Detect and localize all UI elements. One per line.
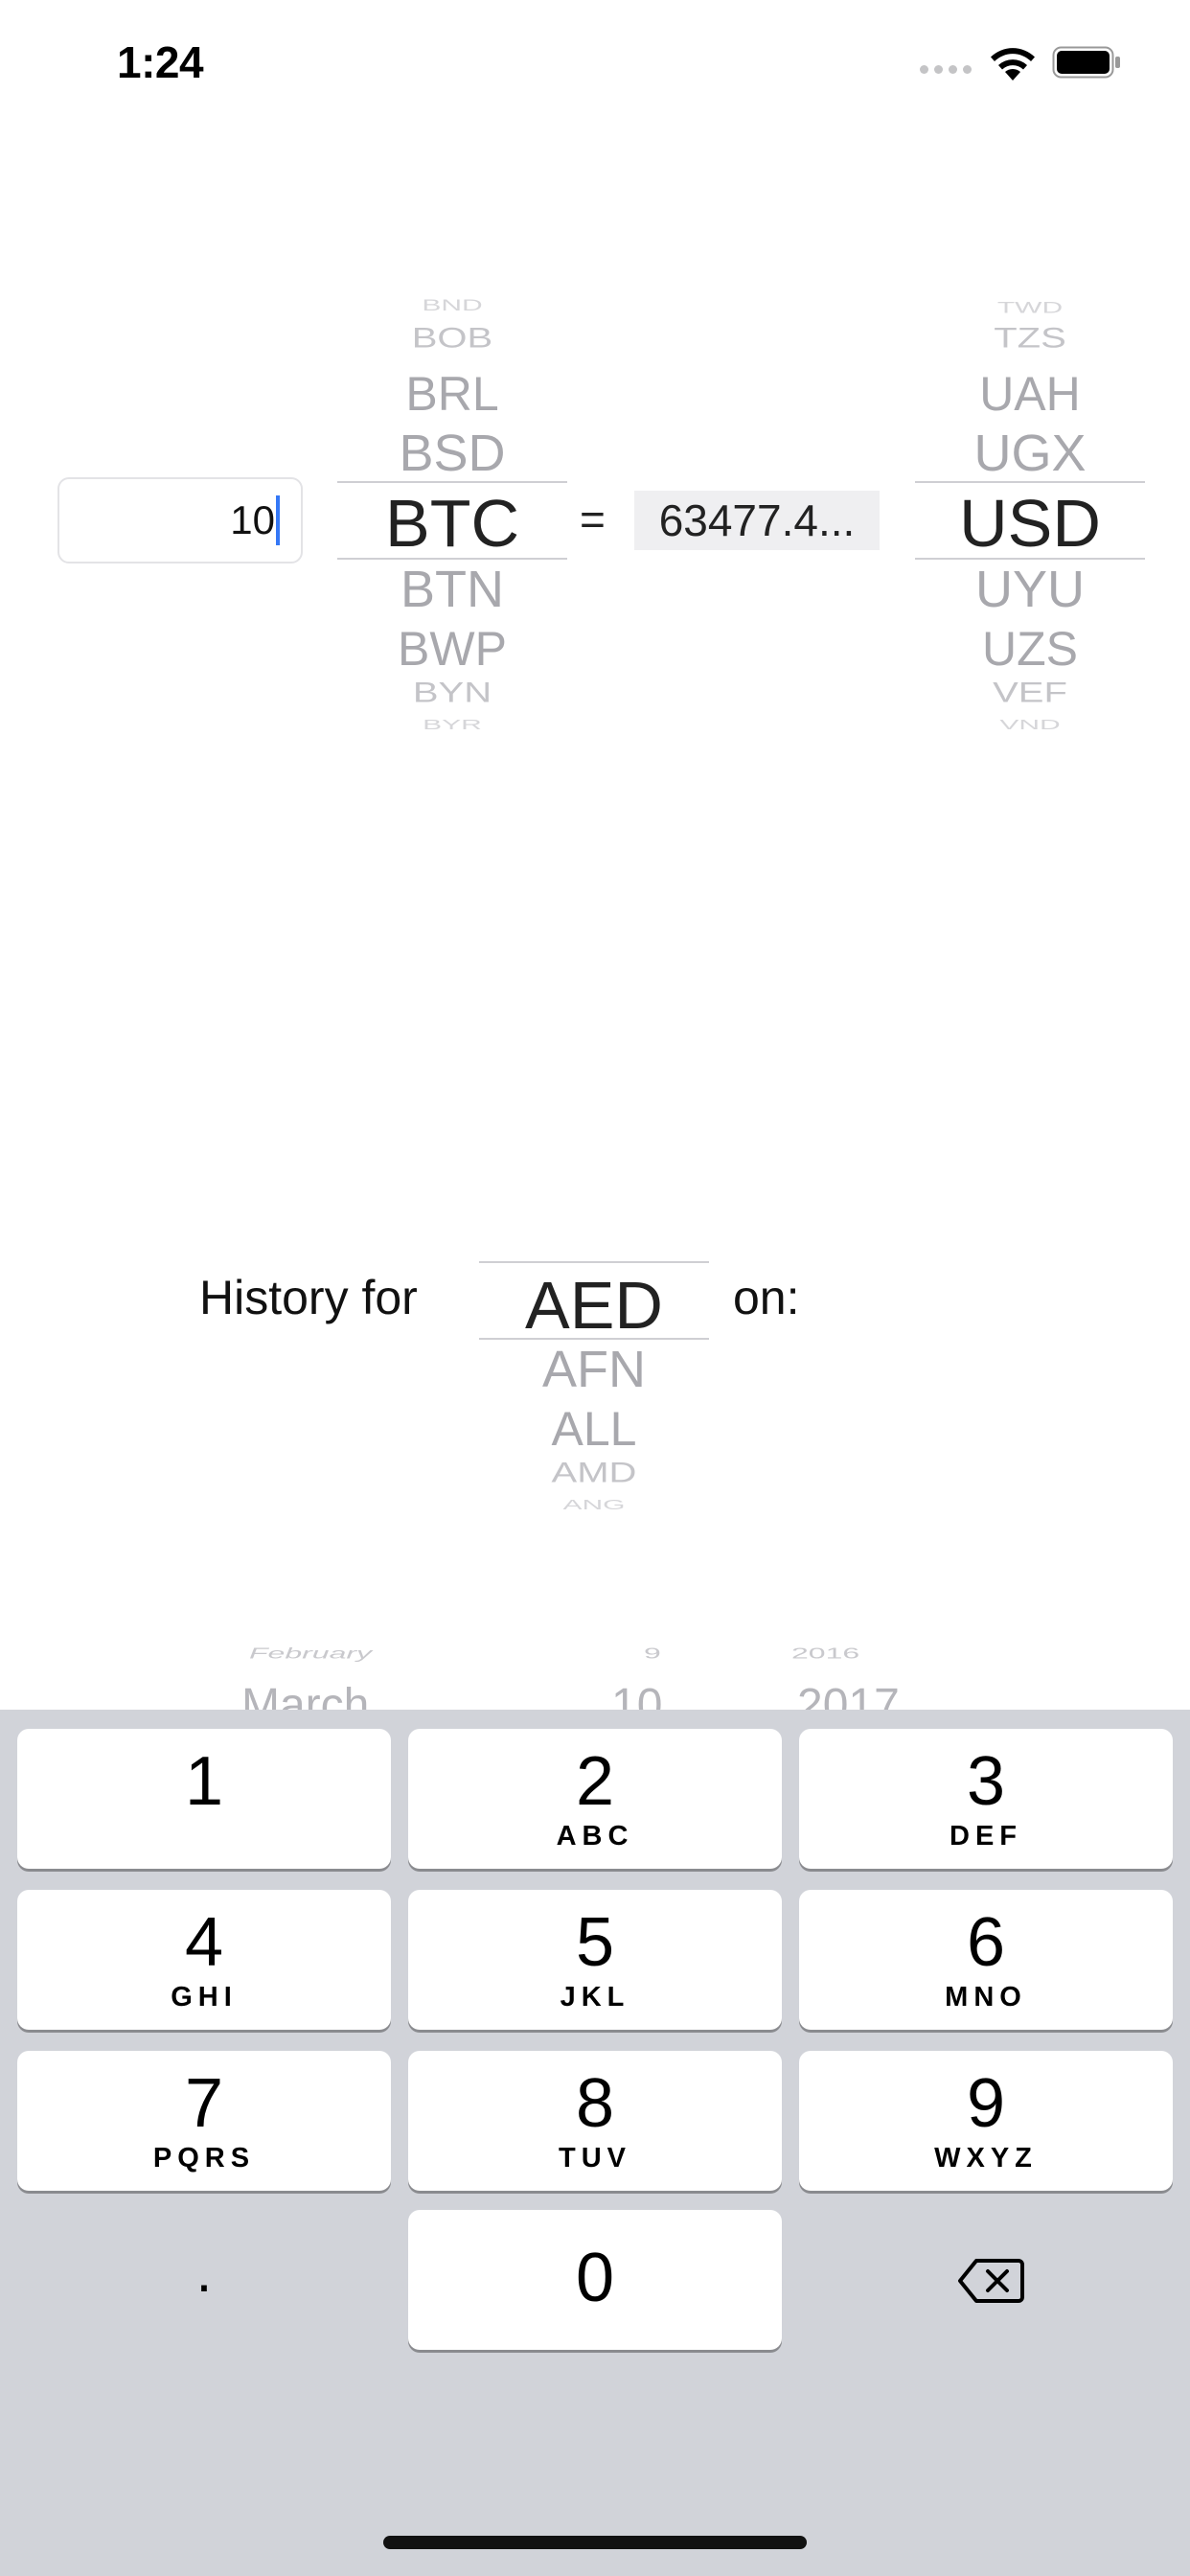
key-letters: MNO: [945, 1982, 1027, 2012]
year-option[interactable]: 2016: [791, 1644, 859, 1663]
key-9[interactable]: 9 WXYZ: [799, 2051, 1173, 2191]
key-5[interactable]: 5 JKL: [408, 1890, 782, 2030]
picker-option[interactable]: BWP: [337, 621, 567, 677]
battery-icon: [1052, 46, 1120, 79]
from-currency-selected[interactable]: BTC: [337, 485, 567, 562]
key-letters: DEF: [950, 1821, 1022, 1852]
key-3[interactable]: 3 DEF: [799, 1729, 1173, 1869]
key-7[interactable]: 7 PQRS: [17, 2051, 391, 2191]
picker-option[interactable]: UGX: [915, 424, 1145, 483]
delete-key[interactable]: [799, 2210, 1173, 2350]
on-label: on:: [733, 1271, 800, 1324]
key-4[interactable]: 4 GHI: [17, 1890, 391, 2030]
key-digit: 4: [184, 1904, 224, 1981]
equals-sign: =: [580, 494, 606, 544]
amount-input[interactable]: 10: [57, 477, 303, 564]
picker-option[interactable]: ALL: [479, 1401, 709, 1457]
wifi-icon: [991, 48, 1035, 80]
key-digit: 5: [575, 1904, 615, 1981]
key-digit: 9: [966, 2065, 1006, 2142]
history-label: History for: [199, 1271, 418, 1324]
key-6[interactable]: 6 MNO: [799, 1890, 1173, 2030]
key-letters: TUV: [559, 2143, 631, 2174]
picker-option[interactable]: BYN: [337, 677, 567, 709]
key-letters: WXYZ: [934, 2143, 1038, 2174]
decimal-key[interactable]: .: [17, 2210, 391, 2350]
picker-option[interactable]: UZS: [915, 621, 1145, 677]
key-1[interactable]: 1: [17, 1729, 391, 1869]
to-currency-picker[interactable]: TWD TZS UAH UGX USD UYU UZS VEF VND: [915, 299, 1145, 740]
picker-option[interactable]: BND: [337, 299, 567, 313]
picker-option[interactable]: BYR: [337, 717, 567, 733]
key-digit: 0: [575, 2240, 615, 2316]
key-letters: GHI: [171, 1982, 238, 2012]
key-8[interactable]: 8 TUV: [408, 2051, 782, 2191]
key-digit: 7: [184, 2065, 224, 2142]
picker-option[interactable]: AMD: [479, 1457, 709, 1489]
picker-option[interactable]: BTN: [337, 560, 567, 619]
key-0[interactable]: 0: [408, 2210, 782, 2350]
key-letters: JKL: [560, 1982, 630, 2012]
home-indicator[interactable]: [383, 2536, 807, 2549]
key-digit: 8: [575, 2065, 615, 2142]
key-2[interactable]: 2 ABC: [408, 1729, 782, 1869]
month-option[interactable]: February: [249, 1644, 372, 1663]
picker-option[interactable]: VND: [915, 717, 1145, 733]
picker-option[interactable]: AFN: [479, 1340, 709, 1399]
picker-option[interactable]: BRL: [337, 366, 567, 422]
history-currency-picker[interactable]: AED AFN ALL AMD ANG: [479, 1261, 709, 1530]
picker-option[interactable]: TWD: [915, 299, 1145, 317]
history-currency-selected[interactable]: AED: [479, 1267, 709, 1344]
selection-divider: [479, 1261, 709, 1263]
converted-result: 63477.4...: [634, 491, 880, 550]
key-digit: 3: [966, 1743, 1006, 1820]
picker-option[interactable]: BOB: [337, 322, 567, 355]
key-digit: 1: [184, 1743, 224, 1820]
picker-option[interactable]: VEF: [915, 677, 1145, 709]
picker-option[interactable]: BSD: [337, 424, 567, 483]
backspace-icon: [958, 2259, 1024, 2303]
selection-divider: [915, 481, 1145, 483]
text-cursor: [276, 494, 280, 545]
key-letters: ABC: [556, 1821, 634, 1852]
to-currency-selected[interactable]: USD: [915, 485, 1145, 562]
status-time: 1:24: [117, 37, 204, 87]
picker-option[interactable]: UYU: [915, 560, 1145, 619]
key-digit: 6: [966, 1904, 1006, 1981]
amount-value: 10: [230, 497, 275, 542]
selection-divider: [337, 481, 567, 483]
key-digit: .: [195, 2240, 213, 2304]
from-currency-picker[interactable]: BND BOB BRL BSD BTC BTN BWP BYN BYR: [337, 299, 567, 740]
key-letters: PQRS: [152, 2143, 256, 2174]
key-digit: 2: [575, 1743, 615, 1820]
numeric-keypad: 1 2 ABC 3 DEF 4 GHI 5 JKL 6 MNO 7 PQRS 8…: [0, 1710, 1190, 2576]
picker-option[interactable]: UAH: [915, 366, 1145, 422]
picker-option[interactable]: TZS: [915, 322, 1145, 355]
picker-option[interactable]: ANG: [479, 1497, 709, 1513]
day-option[interactable]: 9: [644, 1644, 661, 1663]
